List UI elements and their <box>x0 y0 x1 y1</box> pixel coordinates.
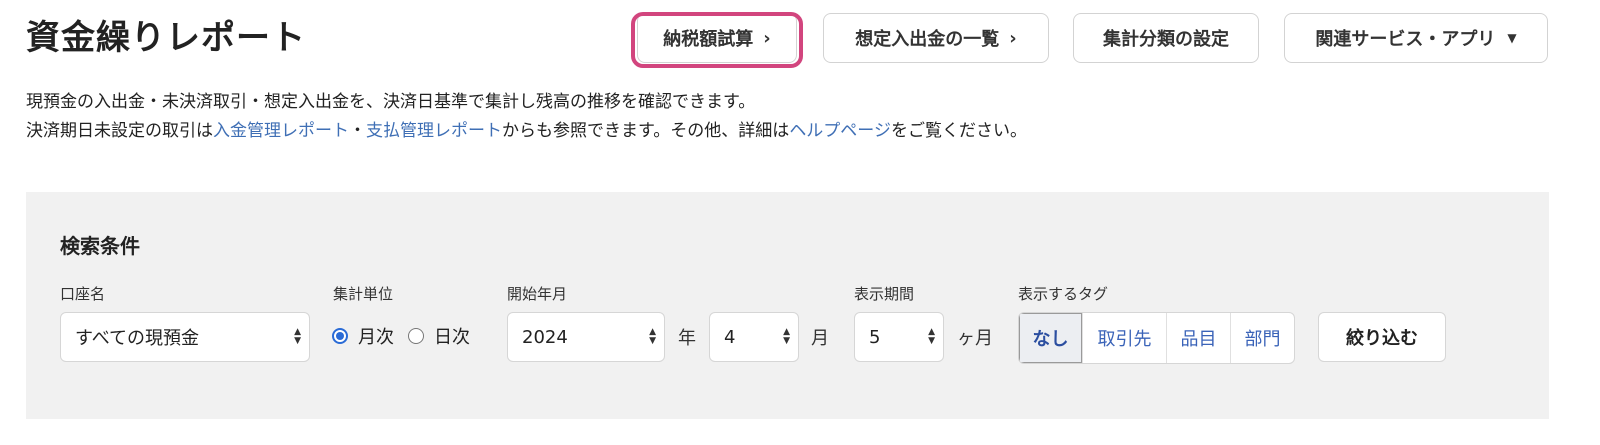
expected-list-button[interactable]: 想定入出金の一覧 › <box>823 13 1049 63</box>
payables-report-link[interactable]: 支払管理レポート <box>366 121 502 141</box>
tag-label: 表示するタグ <box>1018 285 1109 303</box>
account-select[interactable]: すべての現預金 ▲ ▼ <box>60 312 310 362</box>
chevron-right-icon: › <box>1009 27 1017 49</box>
account-label: 口座名 <box>60 285 106 303</box>
select-arrows-icon: ▲ ▼ <box>928 327 935 346</box>
description-line-2: 決済期日未設定の取引は入金管理レポート・支払管理レポートからも参照できます。その… <box>26 117 1027 146</box>
period-suffix: ヶ月 <box>957 328 993 349</box>
period-select[interactable]: 5 ▲ ▼ <box>854 312 944 362</box>
start-month-label: 開始年月 <box>507 285 568 303</box>
daily-radio[interactable] <box>408 328 424 344</box>
unit-label: 集計単位 <box>333 285 394 303</box>
description-suffix: をご覧ください。 <box>890 121 1027 141</box>
page-title: 資金繰りレポート <box>26 18 306 58</box>
expected-list-label: 想定入出金の一覧 <box>855 29 1000 50</box>
tag-department[interactable]: 部門 <box>1230 313 1294 363</box>
period-label: 表示期間 <box>854 285 915 303</box>
period-value: 5 <box>869 326 881 348</box>
related-services-label: 関連サービス・アプリ <box>1315 29 1496 50</box>
start-month-value: 4 <box>724 326 736 348</box>
page-description: 現預金の入出金・未決済取引・想定入出金を、決済日基準で集計し残高の推移を確認でき… <box>26 88 1027 146</box>
select-arrows-icon: ▲ ▼ <box>783 327 790 346</box>
start-year-select[interactable]: 2024 ▲ ▼ <box>507 312 665 362</box>
monthly-radio-label[interactable]: 月次 <box>358 323 394 349</box>
caret-down-icon: ▼ <box>1507 31 1517 45</box>
tag-item[interactable]: 品目 <box>1166 313 1230 363</box>
month-suffix: 月 <box>811 328 829 349</box>
receivables-report-link[interactable]: 入金管理レポート <box>213 121 349 141</box>
related-services-dropdown[interactable]: 関連サービス・アプリ ▼ <box>1284 13 1548 63</box>
search-panel: 検索条件 口座名 すべての現預金 ▲ ▼ 集計単位 月次 日次 開始年月 2024… <box>26 192 1549 419</box>
year-suffix: 年 <box>678 328 696 349</box>
start-year-value: 2024 <box>522 326 568 348</box>
select-arrows-icon: ▲ ▼ <box>294 327 301 346</box>
description-middle: からも参照できます。その他、詳細は <box>502 121 790 141</box>
highlight-ring <box>631 12 803 68</box>
description-sep: ・ <box>349 121 366 141</box>
filter-button[interactable]: 絞り込む <box>1318 312 1446 362</box>
monthly-radio[interactable] <box>332 328 348 344</box>
tag-segmented-control: なし 取引先 品目 部門 <box>1018 312 1295 364</box>
unit-radio-group: 月次 日次 <box>332 323 470 349</box>
tag-partner[interactable]: 取引先 <box>1082 313 1166 363</box>
daily-radio-label[interactable]: 日次 <box>434 323 470 349</box>
account-select-value: すべての現預金 <box>75 328 200 349</box>
category-settings-button[interactable]: 集計分類の設定 <box>1073 13 1259 63</box>
help-page-link[interactable]: ヘルプページ <box>789 121 891 141</box>
description-line-1: 現預金の入出金・未決済取引・想定入出金を、決済日基準で集計し残高の推移を確認でき… <box>26 92 756 112</box>
category-settings-label: 集計分類の設定 <box>1103 29 1229 50</box>
select-arrows-icon: ▲ ▼ <box>649 327 656 346</box>
tag-none[interactable]: なし <box>1019 313 1082 363</box>
description-prefix: 決済期日未設定の取引は <box>26 121 213 141</box>
start-month-select[interactable]: 4 ▲ ▼ <box>709 312 799 362</box>
search-panel-title: 検索条件 <box>60 234 140 258</box>
